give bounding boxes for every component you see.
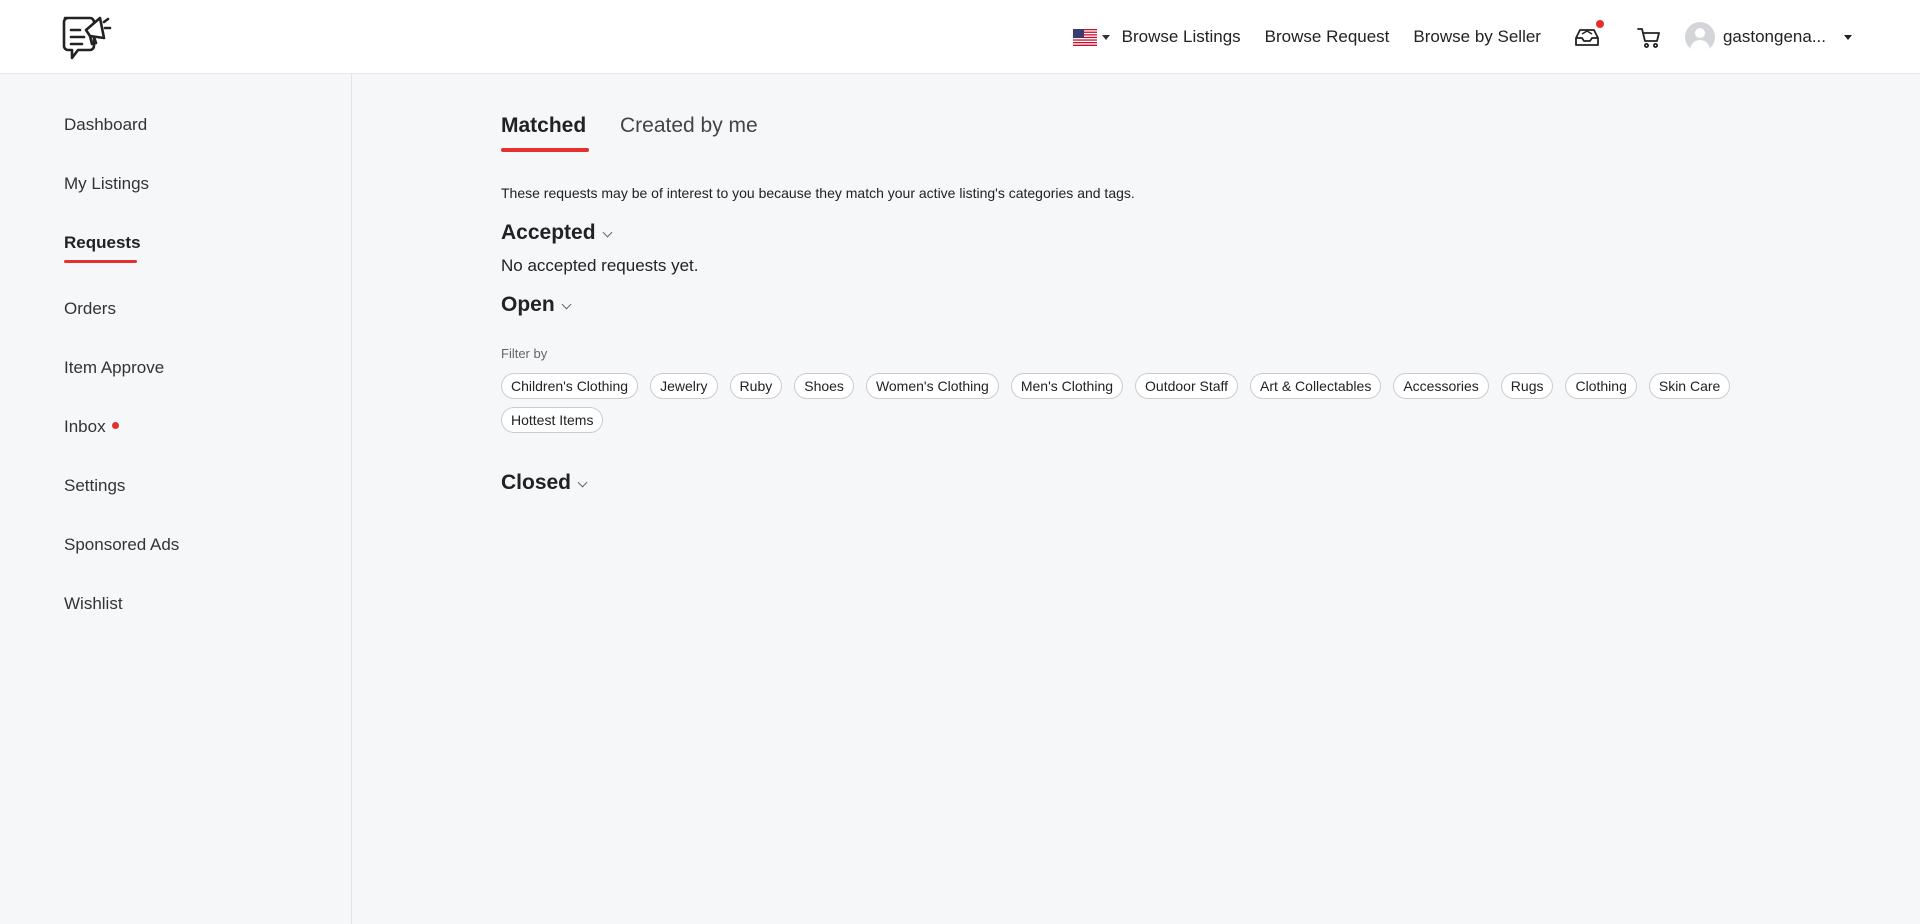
us-flag-icon [1072, 28, 1097, 46]
closed-section-toggle[interactable]: Closed [501, 471, 588, 495]
filter-chip[interactable]: Men's Clothing [1010, 373, 1124, 399]
chevron-down-icon [1101, 34, 1110, 40]
sidebar-item-dashboard[interactable]: Dashboard [64, 115, 147, 135]
chevron-down-icon [561, 299, 572, 309]
sidebar-item-item-approve[interactable]: Item Approve [64, 358, 164, 378]
filter-chip[interactable]: Hottest Items [501, 407, 604, 433]
avatar [1684, 22, 1715, 52]
megaphone-chat-logo[interactable] [60, 10, 112, 64]
sidebar-item-orders[interactable]: Orders [64, 299, 116, 319]
filter-label: Filter by [501, 346, 548, 361]
notification-dot [111, 422, 119, 430]
filter-chip[interactable]: Ruby [729, 373, 783, 399]
active-tab-indicator [501, 148, 589, 152]
tab-matched[interactable]: Matched [501, 114, 586, 138]
section-title: Closed [501, 471, 572, 494]
accepted-empty-message: No accepted requests yet. [501, 256, 699, 275]
sidebar-item-requests[interactable]: Requests [64, 233, 141, 253]
sidebar-item-wishlist[interactable]: Wishlist [64, 594, 123, 614]
filter-chip[interactable]: Shoes [794, 373, 854, 399]
filter-chip[interactable]: Women's Clothing [865, 373, 999, 399]
chevron-down-icon [1844, 34, 1852, 40]
sidebar-item-settings[interactable]: Settings [64, 476, 125, 496]
sidebar: Dashboard My Listings Requests Orders It… [0, 74, 352, 924]
top-header: Browse Listings Browse Request Browse by… [0, 0, 1920, 74]
top-nav: Browse Listings Browse Request Browse by… [1072, 0, 1852, 74]
filter-chip[interactable]: Accessories [1393, 373, 1489, 399]
tab-created-by-me[interactable]: Created by me [620, 114, 758, 138]
sidebar-item-my-listings[interactable]: My Listings [64, 174, 149, 194]
active-indicator [64, 260, 137, 263]
section-title: Accepted [501, 221, 596, 244]
notification-dot [1595, 20, 1604, 28]
user-menu[interactable]: gastongena... [1684, 22, 1852, 52]
filter-chip[interactable]: Skin Care [1648, 373, 1731, 399]
filter-chip[interactable]: Art & Collectables [1250, 373, 1382, 399]
accepted-section-toggle[interactable]: Accepted [501, 221, 612, 245]
language-selector[interactable] [1072, 28, 1110, 46]
nav-browse-by-seller[interactable]: Browse by Seller [1413, 27, 1541, 47]
filter-chip[interactable]: Jewelry [650, 373, 718, 399]
cart-icon[interactable] [1635, 23, 1663, 51]
section-title: Open [501, 293, 555, 316]
filter-chip[interactable]: Outdoor Staff [1135, 373, 1239, 399]
sidebar-item-sponsored-ads[interactable]: Sponsored Ads [64, 535, 179, 555]
filter-chip[interactable]: Rugs [1500, 373, 1554, 399]
inbox-tray-icon[interactable] [1573, 20, 1604, 51]
open-section-toggle[interactable]: Open [501, 293, 572, 317]
sidebar-item-inbox[interactable]: Inbox [64, 417, 119, 437]
chevron-down-icon [602, 227, 612, 237]
nav-browse-listings[interactable]: Browse Listings [1122, 27, 1241, 47]
filter-chip[interactable]: Clothing [1565, 373, 1637, 399]
main-content: Matched Created by me These requests may… [352, 74, 1920, 924]
nav-browse-request[interactable]: Browse Request [1265, 27, 1390, 47]
sidebar-item-label: Inbox [64, 417, 106, 436]
filter-chip[interactable]: Children's Clothing [501, 373, 639, 399]
intro-text: These requests may be of interest to you… [501, 185, 1135, 201]
filter-chips: Children's Clothing Jewelry Ruby Shoes Women… [501, 373, 1761, 441]
username: gastongena... [1722, 27, 1826, 46]
chevron-down-icon [577, 477, 588, 487]
